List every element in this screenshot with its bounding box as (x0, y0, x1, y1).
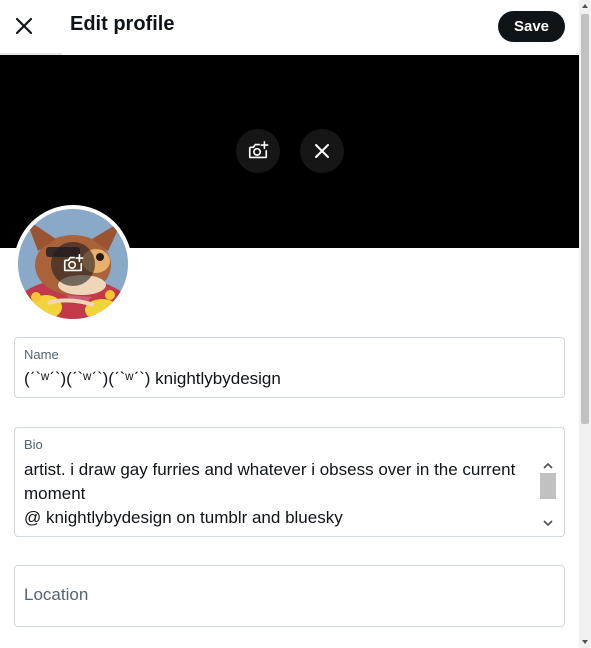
modal-header: Edit profile Save (0, 0, 579, 53)
bio-line: artist. i draw gay furries and whatever … (24, 460, 516, 479)
banner-add-photo-button[interactable] (236, 129, 280, 173)
location-input[interactable]: Location (24, 585, 88, 605)
page-title: Edit profile (70, 13, 175, 35)
banner-remove-button[interactable] (300, 129, 344, 173)
name-field[interactable]: Name (ˊ`ʷˊ`)(ˊ`ʷˊ`)(ˊ`ʷˊ`) knightlybydes… (14, 337, 565, 398)
name-label: Name (24, 347, 59, 362)
scroll-up-arrow-icon[interactable] (539, 458, 556, 473)
location-field[interactable]: Location (14, 565, 565, 627)
scroll-down-arrow-icon[interactable] (579, 636, 591, 648)
avatar-add-photo-button[interactable] (51, 242, 95, 286)
bio-textarea[interactable]: artist. i draw gay furries and whatever … (24, 458, 536, 530)
avatar (18, 209, 128, 319)
page-scrollbar[interactable] (579, 0, 591, 648)
page-scroll-thumb[interactable] (581, 14, 589, 424)
name-input[interactable]: (ˊ`ʷˊ`)(ˊ`ʷˊ`)(ˊ`ʷˊ`) knightlybydesign (24, 369, 281, 389)
bio-field[interactable]: Bio artist. i draw gay furries and whate… (14, 427, 565, 537)
bio-line: @ knightlybydesign on tumblr and bluesky (24, 508, 343, 527)
bio-scrollbar[interactable] (539, 458, 556, 530)
close-button[interactable] (6, 8, 42, 44)
close-icon (315, 144, 329, 158)
save-button[interactable]: Save (498, 11, 565, 42)
scroll-down-arrow-icon[interactable] (539, 515, 556, 530)
scroll-up-arrow-icon[interactable] (579, 0, 591, 12)
camera-plus-icon (248, 141, 269, 159)
avatar-frame (14, 205, 132, 323)
close-icon (15, 17, 33, 35)
camera-plus-icon (63, 254, 84, 272)
bio-scroll-thumb[interactable] (540, 473, 556, 499)
bio-line: moment (24, 484, 86, 503)
bio-label: Bio (24, 437, 43, 452)
